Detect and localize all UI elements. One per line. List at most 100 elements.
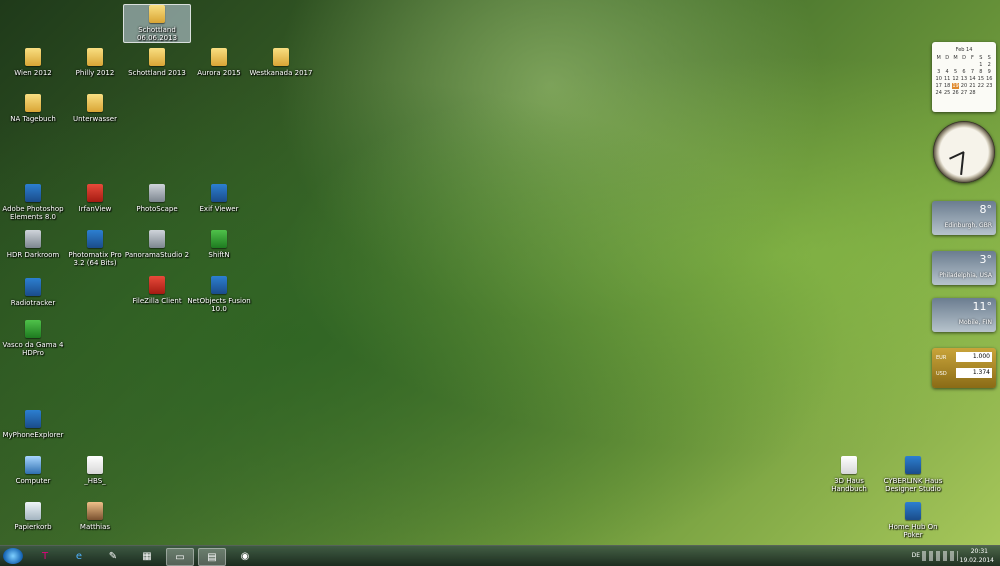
calendar-day[interactable]: 13	[960, 76, 967, 82]
desktop-icon[interactable]: 3D Haus Handbuch	[816, 456, 882, 493]
desktop-icon[interactable]: Papierkorb	[0, 502, 66, 531]
desktop-icon-label: Computer	[15, 477, 51, 485]
calendar-day[interactable]: 20	[960, 83, 967, 89]
currency-code: EUR	[936, 355, 947, 361]
weather-gadget-1[interactable]: 8° Edinburgh, GBR	[932, 201, 996, 235]
paint-icon[interactable]: ✎	[100, 548, 126, 564]
calendar-day[interactable]	[960, 62, 967, 68]
calendar-day[interactable]	[935, 62, 942, 68]
calendar-day[interactable]: 4	[943, 69, 950, 75]
desktop-icon[interactable]: Computer	[0, 456, 66, 485]
desktop-icon[interactable]: PanoramaStudio 2	[124, 230, 190, 259]
google-earth-icon[interactable]: ◉	[232, 548, 258, 564]
clock-gadget[interactable]	[933, 121, 995, 183]
tray-icons[interactable]	[922, 551, 958, 561]
calendar-day[interactable]	[969, 62, 976, 68]
desktop-icon-label: Unterwasser	[73, 115, 117, 123]
calendar-gadget[interactable]: Feb 14 M D M D F S S 1 2 3 4 5 6 7 8 9 10 11 12 13 14 15 16 17 1…	[932, 42, 996, 112]
calendar-day[interactable]: 12	[952, 76, 959, 82]
desktop-icon[interactable]: NA Tagebuch	[0, 94, 66, 123]
calendar-day[interactable]	[952, 62, 959, 68]
desktop-icon-label: Philly 2012	[75, 69, 115, 77]
calendar-day[interactable]	[943, 62, 950, 68]
calendar-day[interactable]: 23	[986, 83, 993, 89]
document-icon	[87, 456, 103, 474]
calendar-day[interactable]: 1	[977, 62, 984, 68]
desktop-icon-label: Schottland 06.06.2013	[136, 26, 178, 42]
currency-gadget[interactable]: EUR 1.000 USD 1.374	[932, 348, 996, 388]
calendar-day[interactable]: 21	[969, 83, 976, 89]
calendar-day[interactable]: 15	[977, 76, 984, 82]
desktop-icon[interactable]: HDR Darkroom	[0, 230, 66, 259]
calculator-icon[interactable]: ▦	[134, 548, 160, 564]
desktop-icon[interactable]: Westkanada 2017	[248, 48, 314, 77]
explorer-icon[interactable]: ▤	[198, 548, 226, 566]
calendar-day[interactable]: 6	[960, 69, 967, 75]
calendar-day[interactable]: 18	[943, 83, 950, 89]
calendar-day[interactable]: 5	[952, 69, 959, 75]
weather-temp: 11°	[972, 300, 993, 313]
shiftn-icon	[211, 230, 227, 248]
telekom-icon[interactable]: T	[32, 548, 58, 564]
calendar-weekday: S	[979, 55, 983, 61]
desktop-icon[interactable]: Wien 2012	[0, 48, 66, 77]
desktop-icon[interactable]: NetObjects Fusion 10.0	[186, 276, 252, 313]
desktop-icon[interactable]: _HBS_	[62, 456, 128, 485]
calendar-day[interactable]: 25	[943, 90, 950, 96]
desktop-icon[interactable]: Photomatix Pro 3.2 (64 Bits)	[62, 230, 128, 267]
currency-value[interactable]: 1.374	[956, 368, 992, 378]
desktop-icon[interactable]: ShiftN	[186, 230, 252, 259]
desktop-icon[interactable]: Unterwasser	[62, 94, 128, 123]
desktop-icon[interactable]: Philly 2012	[62, 48, 128, 77]
desktop-icon[interactable]: Radiotracker	[0, 278, 66, 307]
sticky-notes-icon[interactable]: ▭	[166, 548, 194, 566]
calendar-day[interactable]: 26	[952, 90, 959, 96]
calendar-day[interactable]: 14	[969, 76, 976, 82]
clock-time[interactable]: 20:31	[971, 548, 988, 555]
calendar-day[interactable]: 9	[986, 69, 993, 75]
user-folder-icon	[87, 502, 103, 520]
calendar-day[interactable]: 10	[935, 76, 942, 82]
desktop-icon[interactable]: Matthias	[62, 502, 128, 531]
desktop-icon[interactable]: Home Hub On Poker	[880, 502, 946, 539]
desktop-icon[interactable]: Schottland 06.06.2013	[123, 4, 191, 43]
desktop-icon-label: Photomatix Pro 3.2 (64 Bits)	[68, 251, 122, 267]
desktop-icon[interactable]: MyPhoneExplorer	[0, 410, 66, 439]
folder-icon	[25, 94, 41, 112]
desktop-icon[interactable]: Exif Viewer	[186, 184, 252, 213]
calendar-weekday: M	[953, 55, 958, 61]
calendar-weekday: S	[987, 55, 991, 61]
desktop-icon[interactable]: Schottland 2013	[124, 48, 190, 77]
currency-value[interactable]: 1.000	[956, 352, 992, 362]
calendar-day[interactable]: 7	[969, 69, 976, 75]
desktop-icon[interactable]: FileZilla Client	[124, 276, 190, 305]
calendar-grid: M D M D F S S 1 2 3 4 5 6 7 8 9 10 11 12 13 14 15 16 17 18 19 20 21…	[932, 53, 996, 98]
start-button[interactable]	[3, 548, 23, 564]
calendar-day[interactable]: 8	[977, 69, 984, 75]
desktop-icon[interactable]: Vasco da Gama 4 HDPro	[0, 320, 66, 357]
calendar-day[interactable]: 28	[969, 90, 976, 96]
calendar-day[interactable]: 27	[960, 90, 967, 96]
desktop-icon-label: IrfanView	[78, 205, 112, 213]
calendar-day[interactable]: 11	[943, 76, 950, 82]
internet-explorer-icon[interactable]: e	[66, 548, 92, 564]
calendar-day[interactable]: 19	[951, 83, 960, 89]
weather-gadget-3[interactable]: 11° Mobile, FIN	[932, 298, 996, 332]
radiotracker-icon	[25, 278, 41, 296]
calendar-day[interactable]: 3	[935, 69, 942, 75]
calendar-day[interactable]: 17	[935, 83, 942, 89]
app-icon	[905, 502, 921, 520]
desktop-icon[interactable]: PhotoScape	[124, 184, 190, 213]
calendar-day[interactable]: 22	[977, 83, 984, 89]
weather-gadget-2[interactable]: 3° Philadelphia, USA	[932, 251, 996, 285]
desktop-icon[interactable]: Adobe Photoshop Elements 8.0	[0, 184, 66, 221]
calendar-day[interactable]: 2	[986, 62, 993, 68]
language-indicator[interactable]: DE	[912, 552, 920, 559]
calendar-day[interactable]: 24	[935, 90, 942, 96]
clock-date[interactable]: 19.02.2014	[960, 557, 994, 564]
calendar-day[interactable]: 16	[986, 76, 993, 82]
desktop-icon[interactable]: CYBERLINK Haus Designer Studio	[880, 456, 946, 493]
desktop-icon[interactable]: Aurora 2015	[186, 48, 252, 77]
desktop-icon[interactable]: IrfanView	[62, 184, 128, 213]
desktop-icon-label: 3D Haus Handbuch	[831, 477, 867, 493]
